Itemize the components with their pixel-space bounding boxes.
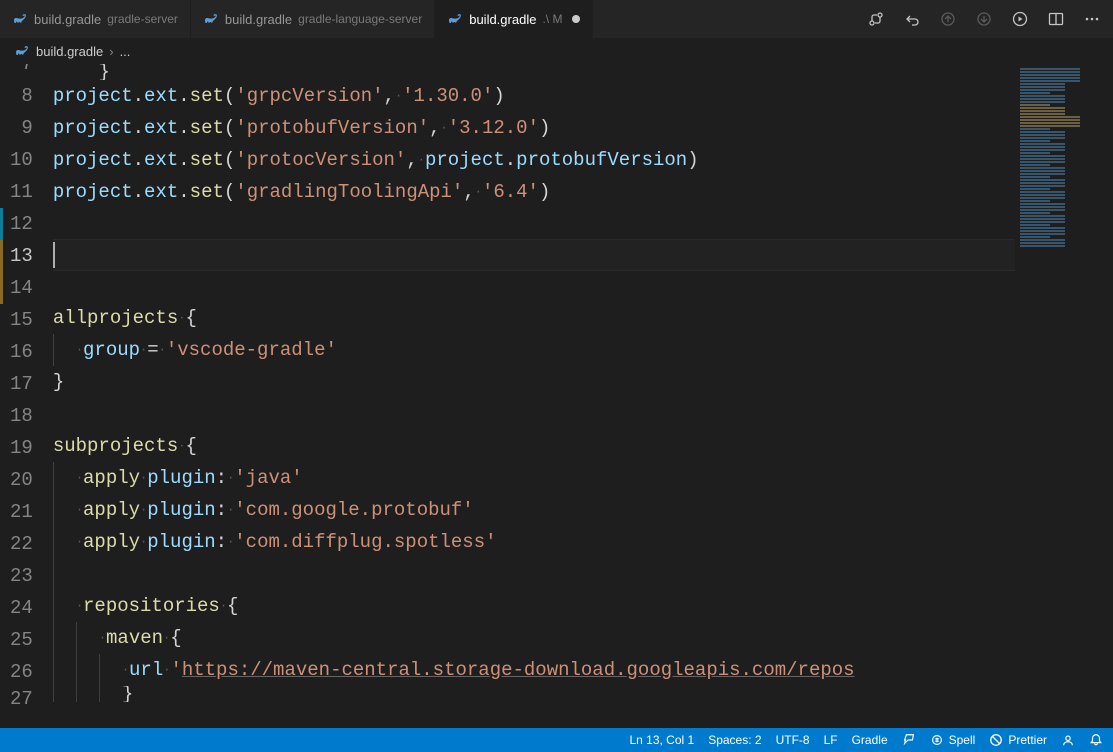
status-cursor-position[interactable]: Ln 13, Col 1 bbox=[629, 733, 694, 747]
breadcrumb-file: build.gradle bbox=[36, 44, 103, 59]
split-editor-icon[interactable] bbox=[1045, 8, 1067, 30]
breadcrumb[interactable]: build.gradle › ... bbox=[0, 38, 1113, 64]
gradle-file-icon bbox=[203, 11, 219, 27]
tab-filename: build.gradle bbox=[469, 12, 536, 27]
code-content[interactable]: }project.ext.set('grpcVersion',·'1.30.0'… bbox=[53, 64, 1015, 728]
tab-suffix: .\ M bbox=[542, 12, 562, 26]
status-bar: Ln 13, Col 1 Spaces: 2 UTF-8 LF Gradle S… bbox=[0, 728, 1113, 752]
gradle-file-icon bbox=[12, 11, 28, 27]
tab-suffix: gradle-server bbox=[107, 12, 178, 26]
tab-bar: build.gradle gradle-server build.gradle gra… bbox=[0, 0, 1113, 38]
code-line[interactable]: allprojects·{ bbox=[53, 302, 1015, 334]
code-line[interactable] bbox=[53, 398, 1015, 430]
code-line[interactable]: } bbox=[53, 686, 1015, 702]
code-editor[interactable]: 789101112131415161718192021222324252627 … bbox=[4, 64, 1015, 728]
code-line[interactable]: ·url·'https://maven-central.storage-down… bbox=[53, 654, 1015, 686]
status-language[interactable]: Gradle bbox=[852, 733, 888, 747]
gradle-file-icon bbox=[447, 11, 463, 27]
status-account-icon[interactable] bbox=[1061, 733, 1075, 747]
tab-filename: build.gradle bbox=[34, 12, 101, 27]
next-change-icon[interactable] bbox=[973, 8, 995, 30]
status-spell[interactable]: Spell bbox=[930, 733, 976, 747]
code-line[interactable] bbox=[53, 558, 1015, 590]
code-line[interactable]: project.ext.set('grpcVersion',·'1.30.0') bbox=[53, 80, 1015, 112]
minimap[interactable] bbox=[1015, 64, 1113, 728]
more-actions-icon[interactable] bbox=[1081, 8, 1103, 30]
tab-filename: build.gradle bbox=[225, 12, 292, 27]
code-line[interactable]: project.ext.set('protobufVersion',·'3.12… bbox=[53, 112, 1015, 144]
code-line[interactable]: ·repositories·{ bbox=[53, 590, 1015, 622]
status-indentation[interactable]: Spaces: 2 bbox=[708, 733, 761, 747]
line-number-gutter: 789101112131415161718192021222324252627 bbox=[4, 64, 53, 728]
code-line[interactable]: project.ext.set('gradlingToolingApi',·'6… bbox=[53, 176, 1015, 208]
tab-suffix: gradle-language-server bbox=[298, 12, 422, 26]
code-line[interactable] bbox=[53, 208, 1015, 240]
code-line[interactable]: } bbox=[53, 64, 1015, 80]
editor-tab[interactable]: build.gradle .\ M bbox=[435, 0, 593, 38]
revert-icon[interactable] bbox=[901, 8, 923, 30]
code-line[interactable]: subprojects·{ bbox=[53, 430, 1015, 462]
editor-tab[interactable]: build.gradle gradle-server bbox=[0, 0, 191, 38]
chevron-right-icon: › bbox=[109, 44, 113, 59]
editor-tab[interactable]: build.gradle gradle-language-server bbox=[191, 0, 435, 38]
code-line[interactable]: ·apply·plugin:·'java' bbox=[53, 462, 1015, 494]
run-icon[interactable] bbox=[1009, 8, 1031, 30]
code-line[interactable] bbox=[53, 270, 1015, 302]
modified-indicator-icon bbox=[572, 15, 580, 23]
status-prettier[interactable]: Prettier bbox=[989, 733, 1047, 747]
code-line[interactable]: } bbox=[53, 366, 1015, 398]
code-line[interactable]: ·apply·plugin:·'com.google.protobuf' bbox=[53, 494, 1015, 526]
status-eol[interactable]: LF bbox=[824, 733, 838, 747]
status-feedback-icon[interactable] bbox=[902, 733, 916, 747]
editor-actions bbox=[855, 0, 1113, 38]
code-line[interactable]: ·maven·{ bbox=[53, 622, 1015, 654]
compare-changes-icon[interactable] bbox=[865, 8, 887, 30]
gradle-file-icon bbox=[14, 43, 30, 59]
code-line[interactable]: ·group·=·'vscode-gradle' bbox=[53, 334, 1015, 366]
breadcrumb-rest: ... bbox=[120, 44, 131, 59]
code-line[interactable]: project.ext.set('protocVersion',·project… bbox=[53, 144, 1015, 176]
editor-area: 789101112131415161718192021222324252627 … bbox=[0, 64, 1113, 728]
status-encoding[interactable]: UTF-8 bbox=[776, 733, 810, 747]
status-bell-icon[interactable] bbox=[1089, 733, 1103, 747]
code-line[interactable] bbox=[53, 239, 1015, 271]
prev-change-icon[interactable] bbox=[937, 8, 959, 30]
code-line[interactable]: ·apply·plugin:·'com.diffplug.spotless' bbox=[53, 526, 1015, 558]
